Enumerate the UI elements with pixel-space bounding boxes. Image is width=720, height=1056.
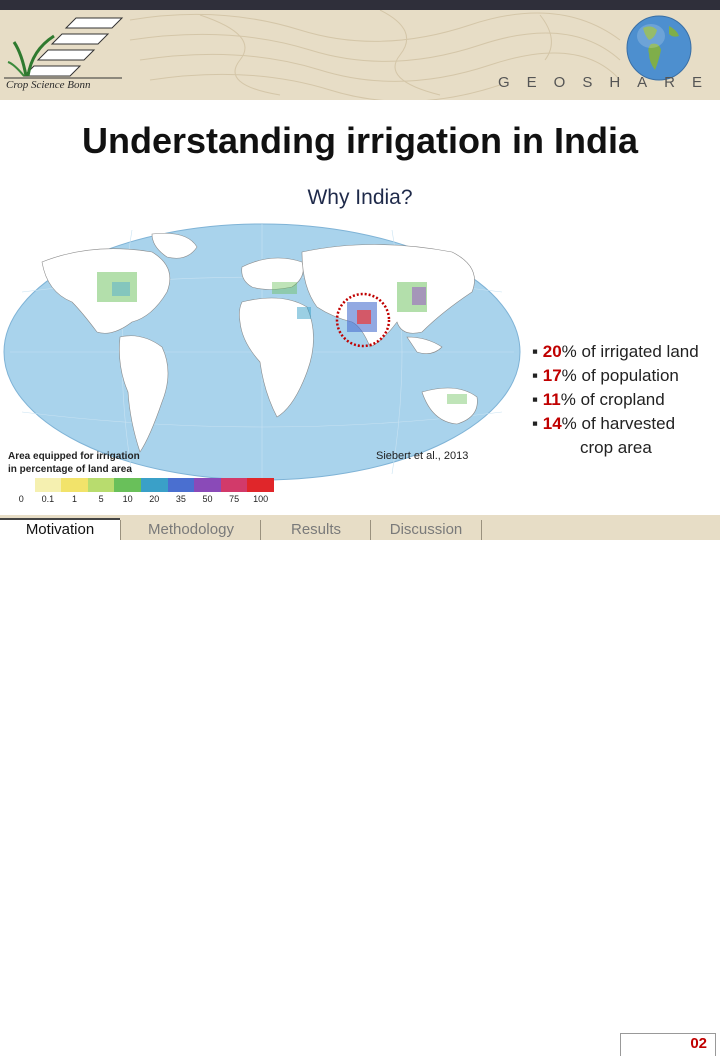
legend-tick-label: 0: [18, 494, 24, 504]
legend-swatch: [61, 478, 88, 492]
legend-tick-label: 10: [122, 494, 133, 504]
legend-color-bar: [8, 478, 274, 492]
legend-swatch: [220, 478, 248, 492]
header-top-bar: [0, 0, 720, 10]
stat-text: % of irrigated land: [561, 342, 699, 361]
nav-results[interactable]: Results: [260, 520, 371, 540]
legend-tick-label: 5: [98, 494, 104, 504]
stat-text: % of cropland: [560, 390, 665, 409]
nav-motivation[interactable]: Motivation: [0, 518, 120, 540]
stat-value: 11: [542, 390, 561, 409]
globe-icon: [626, 15, 692, 81]
legend-title-line2: in percentage of land area: [8, 464, 132, 475]
logo-text: Crop Science Bonn: [6, 79, 91, 91]
legend-tick-label: 75: [229, 494, 240, 504]
map-citation: Siebert et al., 2013: [376, 450, 469, 462]
slide-title: Understanding irrigation in India: [81, 120, 638, 161]
legend-swatch: [247, 478, 274, 492]
bullet-icon: ▪: [532, 414, 543, 433]
bullet-icon: ▪: [532, 390, 543, 409]
stat-continuation: crop area: [580, 438, 652, 457]
slide-header: Crop Science Bonn GEOSHARE: [0, 0, 720, 100]
legend-tick-label: 0.1: [41, 494, 55, 504]
stat-text: % of harvested: [561, 414, 676, 433]
bullet-icon: ▪: [532, 342, 543, 361]
legend-swatch: [167, 478, 195, 492]
slide-subtitle: Why India?: [307, 186, 413, 209]
stat-item: ▪ 17% of population: [532, 364, 718, 388]
legend-swatch: [8, 478, 35, 492]
legend-tick-label: 35: [175, 494, 186, 504]
stat-value: 17: [542, 366, 562, 385]
legend-swatch: [194, 478, 221, 492]
nav-discussion[interactable]: Discussion: [370, 520, 482, 540]
stat-item: ▪ 20% of irrigated land: [532, 340, 718, 364]
nav-methodology[interactable]: Methodology: [120, 520, 261, 540]
stat-value: 20: [542, 342, 562, 361]
stat-text: % of population: [561, 366, 679, 385]
legend-swatch: [114, 478, 141, 492]
stat-item: ▪ 11% of cropland: [532, 388, 718, 412]
india-stats-list: ▪ 20% of irrigated land ▪ 17% of populati…: [532, 340, 718, 460]
legend-swatch: [87, 478, 115, 492]
legend-tick-label: 50: [202, 494, 213, 504]
legend-tick-label: 1: [71, 494, 78, 504]
page-number: 02: [690, 1035, 707, 1052]
stat-item: ▪ 14% of harvested: [532, 412, 718, 436]
stat-value: 14: [542, 414, 562, 433]
legend-tick-label: 100: [253, 494, 269, 504]
navigation-bar: Motivation Methodology Results Discussio…: [0, 515, 720, 1056]
legend-tick-label: 20: [149, 494, 160, 504]
legend-title: Area equipped for irrigation in percenta…: [8, 450, 140, 476]
legend-swatch: [34, 478, 62, 492]
legend-tick-labels: 0 0.1 1 5 10 20 35 50 75 100: [8, 494, 274, 508]
legend-swatch: [140, 478, 168, 492]
bullet-icon: ▪: [532, 366, 543, 385]
geoshare-brand: GEOSHARE: [498, 74, 720, 91]
legend-title-line1: Area equipped for irrigation: [8, 451, 140, 462]
world-irrigation-map: [3, 223, 521, 481]
page-number-box: 02: [620, 1033, 716, 1056]
